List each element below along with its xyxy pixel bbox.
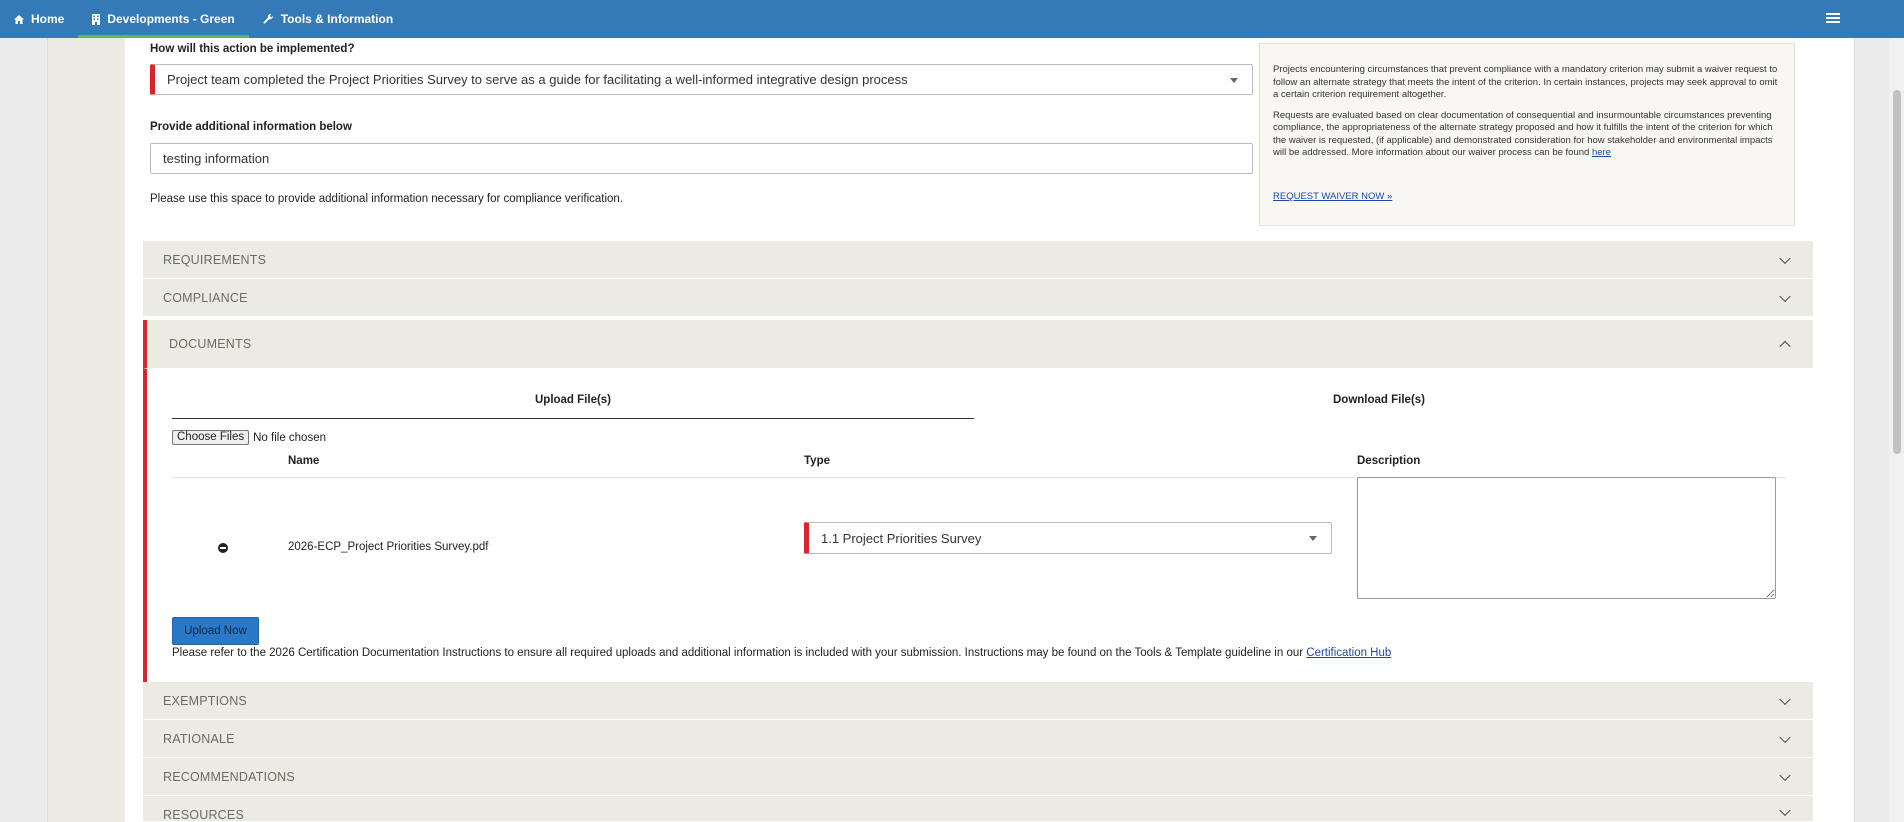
top-nav: Home Developments - Green Tools & Inform… (0, 0, 1904, 38)
tab-upload-files[interactable]: Upload File(s) (172, 394, 974, 419)
certification-hub-link[interactable]: Certification Hub (1306, 647, 1391, 659)
section-resources[interactable]: RESOURCES (143, 796, 1813, 822)
waiver-text-2-wrap: Requests are evaluated based on clear do… (1273, 110, 1781, 160)
caret-down-icon (1309, 536, 1317, 541)
chevron-down-icon (1779, 769, 1791, 781)
implementation-question-label: How will this action be implemented? (150, 43, 355, 55)
waiver-text-2: Requests are evaluated based on clear do… (1273, 109, 1773, 159)
scrollbar-thumb[interactable] (1893, 90, 1901, 454)
document-type-select[interactable]: 1.1 Project Priorities Survey (804, 522, 1332, 554)
building-icon (92, 13, 101, 25)
request-waiver-link[interactable]: REQUEST WAIVER NOW » (1273, 191, 1392, 204)
chevron-up-icon (1779, 340, 1791, 353)
section-compliance[interactable]: COMPLIANCE (143, 279, 1813, 317)
section-rationale[interactable]: RATIONALE (143, 720, 1813, 758)
upload-now-button[interactable]: Upload Now (172, 617, 259, 645)
home-icon (14, 14, 24, 24)
waiver-panel: Projects encountering circumstances that… (1259, 43, 1795, 226)
column-header-description: Description (1357, 455, 1421, 467)
additional-info-help: Please use this space to provide additio… (150, 193, 624, 205)
additional-info-value: testing information (163, 151, 270, 166)
remove-file-icon[interactable] (218, 543, 228, 553)
chevron-down-icon (1779, 290, 1791, 302)
nav-home[interactable]: Home (0, 0, 78, 38)
nav-tools[interactable]: Tools & Information (249, 0, 407, 38)
hamburger-menu-icon[interactable] (1826, 11, 1840, 25)
wrench-icon (263, 13, 273, 24)
document-type-value: 1.1 Project Priorities Survey (821, 530, 982, 546)
additional-info-input[interactable]: testing information (150, 143, 1253, 174)
chevron-down-icon (1779, 252, 1791, 264)
chevron-down-icon (1779, 731, 1791, 743)
section-recommendations-label: RECOMMENDATIONS (163, 769, 295, 784)
nav-developments[interactable]: Developments - Green (78, 0, 249, 38)
choose-files-button[interactable]: Choose Files (172, 430, 250, 445)
nav-tools-label: Tools & Information (280, 12, 394, 26)
section-compliance-label: COMPLIANCE (163, 290, 248, 305)
waiver-here-link[interactable]: here (1592, 147, 1611, 158)
implementation-select-value: Project team completed the Project Prior… (167, 72, 908, 87)
section-documents[interactable]: DOCUMENTS (143, 320, 1813, 369)
file-chooser: Choose Files No file chosen (172, 430, 326, 445)
no-file-text: No file chosen (253, 431, 326, 444)
additional-info-label: Provide additional information below (150, 121, 352, 133)
section-recommendations[interactable]: RECOMMENDATIONS (143, 758, 1813, 796)
instructions-text: Please refer to the 2026 Certification D… (172, 647, 1304, 659)
file-name: 2026-ECP_Project Priorities Survey.pdf (288, 541, 489, 553)
caret-down-icon (1230, 77, 1238, 83)
chevron-down-icon (1779, 804, 1791, 817)
page-scrollbar[interactable] (1890, 38, 1904, 822)
section-rationale-label: RATIONALE (163, 731, 235, 746)
implementation-select[interactable]: Project team completed the Project Prior… (150, 64, 1253, 95)
waiver-text-1: Projects encountering circumstances that… (1273, 64, 1778, 100)
section-exemptions-label: EXEMPTIONS (163, 693, 247, 708)
section-requirements[interactable]: REQUIREMENTS (143, 241, 1813, 279)
chevron-down-icon (1779, 693, 1791, 705)
section-documents-label: DOCUMENTS (169, 337, 252, 351)
side-band (47, 38, 125, 822)
description-textarea[interactable] (1357, 477, 1776, 599)
column-header-type: Type (804, 455, 830, 467)
instructions-note: Please refer to the 2026 Certification D… (172, 647, 1391, 659)
column-header-name: Name (288, 455, 320, 467)
section-exemptions[interactable]: EXEMPTIONS (143, 682, 1813, 720)
nav-developments-label: Developments - Green (107, 12, 235, 26)
section-resources-label: RESOURCES (163, 808, 244, 822)
nav-home-label: Home (31, 12, 65, 26)
section-requirements-label: REQUIREMENTS (163, 252, 267, 267)
tab-download-files[interactable]: Download File(s) (978, 394, 1780, 406)
